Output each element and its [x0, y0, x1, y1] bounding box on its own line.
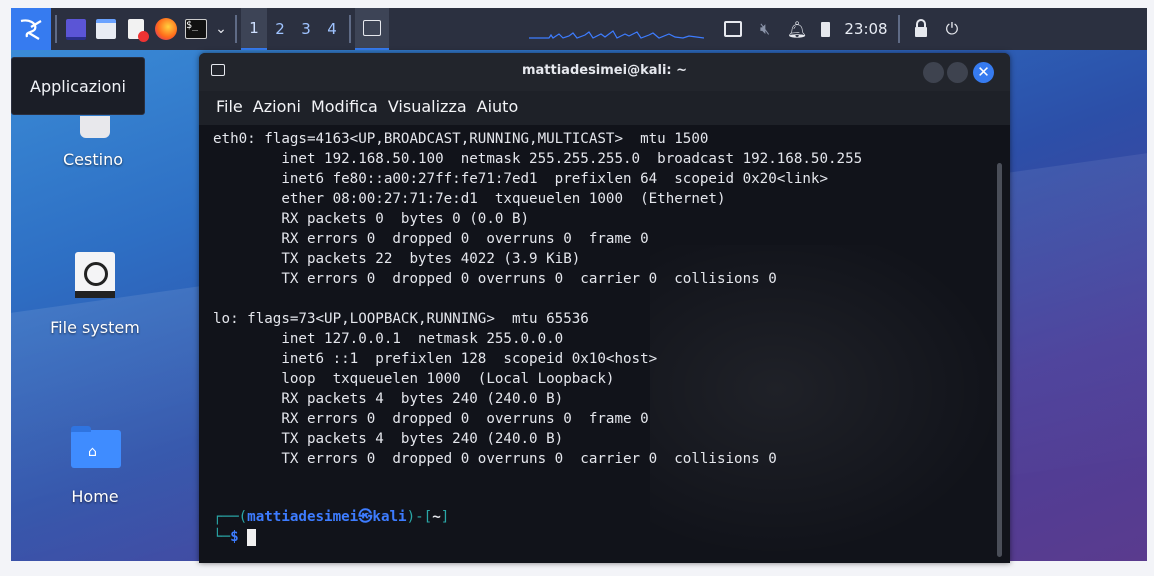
terminal-output-line: RX errors 0 dropped 0 overruns 0 frame 0	[213, 231, 649, 247]
terminal-output-line: TX packets 22 bytes 4022 (3.9 KiB)	[213, 251, 581, 267]
mute-icon[interactable]: 🔇︎	[748, 8, 782, 50]
workspace-4[interactable]: 4	[319, 8, 345, 50]
terminal-window[interactable]: mattiadesimei@kali: ~ ✕ File Azioni Modi…	[199, 53, 1010, 563]
terminal-console[interactable]: eth0: flags=4163<UP,BROADCAST,RUNNING,MU…	[199, 125, 1010, 563]
cursor	[247, 528, 257, 546]
close-icon: ✕	[977, 63, 990, 81]
terminal-scrollbar[interactable]	[997, 163, 1002, 557]
taskbar: $_ ⌄ 1 2 3 4 🔇︎ 🔔︎ 23:08 ⏻	[11, 8, 1147, 50]
trash-desktop-icon[interactable]	[80, 116, 110, 138]
terminal-task-icon[interactable]	[355, 8, 389, 50]
prompt-symbol: $	[230, 529, 239, 545]
cpu-graph	[529, 19, 705, 39]
workspace-1[interactable]: 1	[241, 8, 267, 50]
menu-visualizza[interactable]: Visualizza	[388, 97, 467, 116]
terminal-output-line: ether 08:00:27:71:7e:d1 txqueuelen 1000 …	[213, 191, 726, 207]
screen-icon[interactable]	[718, 8, 748, 50]
terminal-titlebar[interactable]: mattiadesimei@kali: ~ ✕	[199, 53, 1010, 91]
file-manager-icon[interactable]	[91, 8, 121, 50]
taskbar-separator	[349, 15, 351, 43]
kali-menu-icon[interactable]	[11, 8, 51, 50]
workspace-3[interactable]: 3	[293, 8, 319, 50]
terminal-output-line: inet6 ::1 prefixlen 128 scopeid 0x10<hos…	[213, 351, 658, 367]
trash-label: Cestino	[63, 150, 123, 169]
menu-aiuto[interactable]: Aiuto	[477, 97, 519, 116]
terminal-output-line: RX packets 4 bytes 240 (240.0 B)	[213, 391, 564, 407]
terminal-output-line: lo: flags=73<UP,LOOPBACK,RUNNING> mtu 65…	[213, 311, 589, 327]
filesystem-label: File system	[50, 318, 140, 337]
terminal-output-line: TX errors 0 dropped 0 overruns 0 carrier…	[213, 271, 777, 287]
notification-bell-icon[interactable]: 🔔︎	[782, 8, 812, 50]
menu-file[interactable]: File	[216, 97, 243, 116]
prompt-line-1: ┌──(mattiadesimei㉿kali)-[~]	[213, 509, 450, 525]
battery-icon[interactable]	[812, 8, 838, 50]
menu-azioni[interactable]: Azioni	[253, 97, 301, 116]
prompt-path: ~	[432, 509, 441, 525]
prompt-line-2: └─$	[213, 527, 449, 547]
text-editor-icon[interactable]	[121, 8, 151, 50]
close-button[interactable]: ✕	[973, 62, 994, 83]
terminal-output-line: RX errors 0 dropped 0 overruns 0 frame 0	[213, 411, 649, 427]
workspace-2[interactable]: 2	[267, 8, 293, 50]
terminal-output-line: eth0: flags=4163<UP,BROADCAST,RUNNING,MU…	[213, 131, 709, 147]
terminal-output-line: inet6 fe80::a00:27ff:fe71:7ed1 prefixlen…	[213, 171, 828, 187]
minimize-button[interactable]	[923, 62, 944, 83]
dropdown-icon[interactable]: ⌄	[211, 8, 231, 50]
prompt-user-host: mattiadesimei㉿kali	[247, 509, 407, 525]
prompt: ┌──(mattiadesimei㉿kali)-[~] └─$	[213, 507, 449, 547]
terminal-output-line: RX packets 0 bytes 0 (0.0 B)	[213, 211, 530, 227]
lock-icon[interactable]	[904, 8, 938, 50]
desktop-icon[interactable]	[61, 8, 91, 50]
taskbar-separator	[235, 15, 237, 43]
maximize-button[interactable]	[947, 62, 968, 83]
home-label: Home	[71, 487, 119, 506]
terminal-output-line: inet 127.0.0.1 netmask 255.0.0.0	[213, 331, 564, 347]
taskbar-separator	[898, 15, 900, 43]
terminal-output-line: TX packets 4 bytes 240 (240.0 B)	[213, 431, 564, 447]
terminal-menubar: File Azioni Modifica Visualizza Aiuto	[199, 91, 1010, 121]
firefox-icon[interactable]	[151, 8, 181, 50]
menu-modifica[interactable]: Modifica	[311, 97, 378, 116]
terminal-icon[interactable]: $_	[181, 8, 211, 50]
terminal-title: mattiadesimei@kali: ~	[521, 63, 688, 78]
clock[interactable]: 23:08	[838, 8, 894, 50]
taskbar-separator	[55, 15, 57, 43]
terminal-output-line: TX errors 0 dropped 0 overruns 0 carrier…	[213, 451, 777, 467]
logout-icon[interactable]: ⏻	[938, 8, 966, 50]
filesystem-icon[interactable]	[75, 252, 115, 298]
terminal-output: eth0: flags=4163<UP,BROADCAST,RUNNING,MU…	[213, 129, 862, 469]
terminal-output-line: loop txqueuelen 1000 (Local Loopback)	[213, 371, 615, 387]
terminal-output-line	[213, 289, 862, 309]
terminal-output-line: inet 192.168.50.100 netmask 255.255.255.…	[213, 151, 863, 167]
home-folder-icon[interactable]: ⌂	[71, 426, 121, 468]
applications-tooltip: Applicazioni	[11, 57, 145, 115]
